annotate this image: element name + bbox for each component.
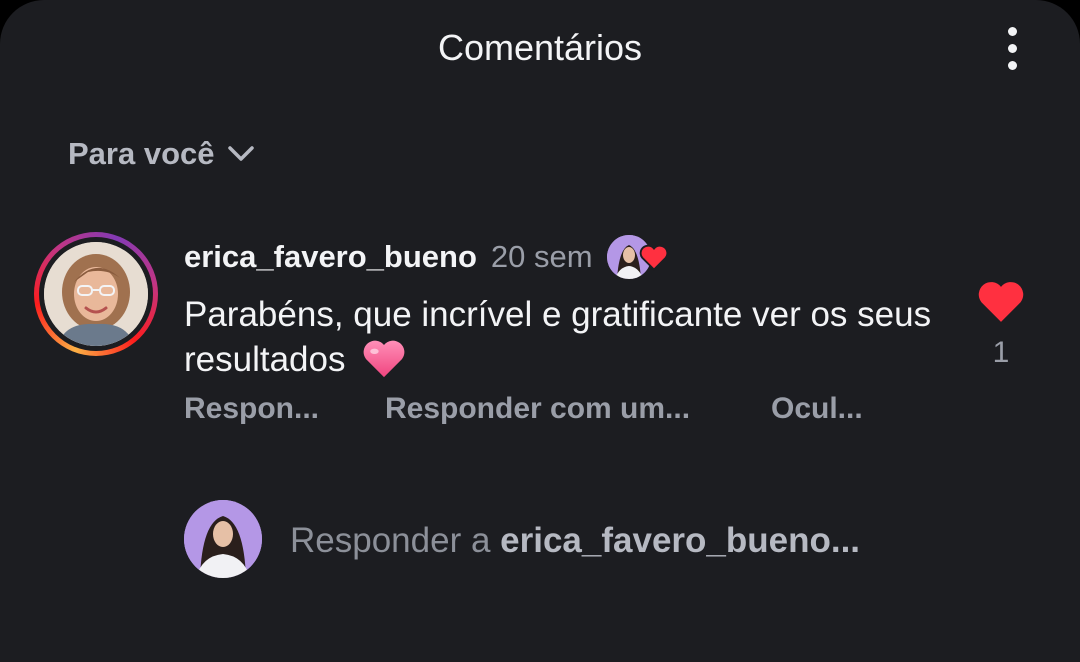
more-options-icon[interactable] xyxy=(990,22,1034,74)
heart-icon xyxy=(639,244,668,271)
pink-heart-icon xyxy=(363,340,405,378)
reply-button[interactable]: Respon... xyxy=(184,392,319,426)
comment-header: erica_favero_bueno 20 sem xyxy=(184,235,671,279)
reply-with-sticker-button[interactable]: Responder com um... xyxy=(385,392,690,426)
commenter-avatar[interactable] xyxy=(34,232,158,356)
sheet-title: Comentários xyxy=(437,27,643,68)
chevron-down-icon xyxy=(227,146,254,161)
reply-placeholder-prefix: Responder a xyxy=(290,521,491,560)
liked-by-author-badge xyxy=(606,235,671,279)
like-count: 1 xyxy=(992,336,1010,369)
reply-input[interactable]: Responder a erica_favero_bueno... xyxy=(290,518,990,564)
current-user-avatar xyxy=(184,500,262,578)
sort-filter-label: Para você xyxy=(68,136,215,171)
comment-body: Parabéns, que incrível e gratificante ve… xyxy=(184,293,944,382)
commenter-photo xyxy=(44,242,148,346)
comments-sheet: Comentários Para você erica_favero_bueno… xyxy=(0,0,1080,662)
hide-comment-button[interactable]: Ocul... xyxy=(771,392,863,426)
comment-text: Parabéns, que incrível e gratificante ve… xyxy=(184,295,932,379)
reply-target-username: erica_favero_bueno... xyxy=(500,521,861,560)
like-heart-icon[interactable] xyxy=(976,278,1026,324)
sort-filter-dropdown[interactable]: Para você xyxy=(68,136,255,172)
comment-timestamp: 20 sem xyxy=(490,239,593,274)
comment-username[interactable]: erica_favero_bueno xyxy=(184,239,477,275)
